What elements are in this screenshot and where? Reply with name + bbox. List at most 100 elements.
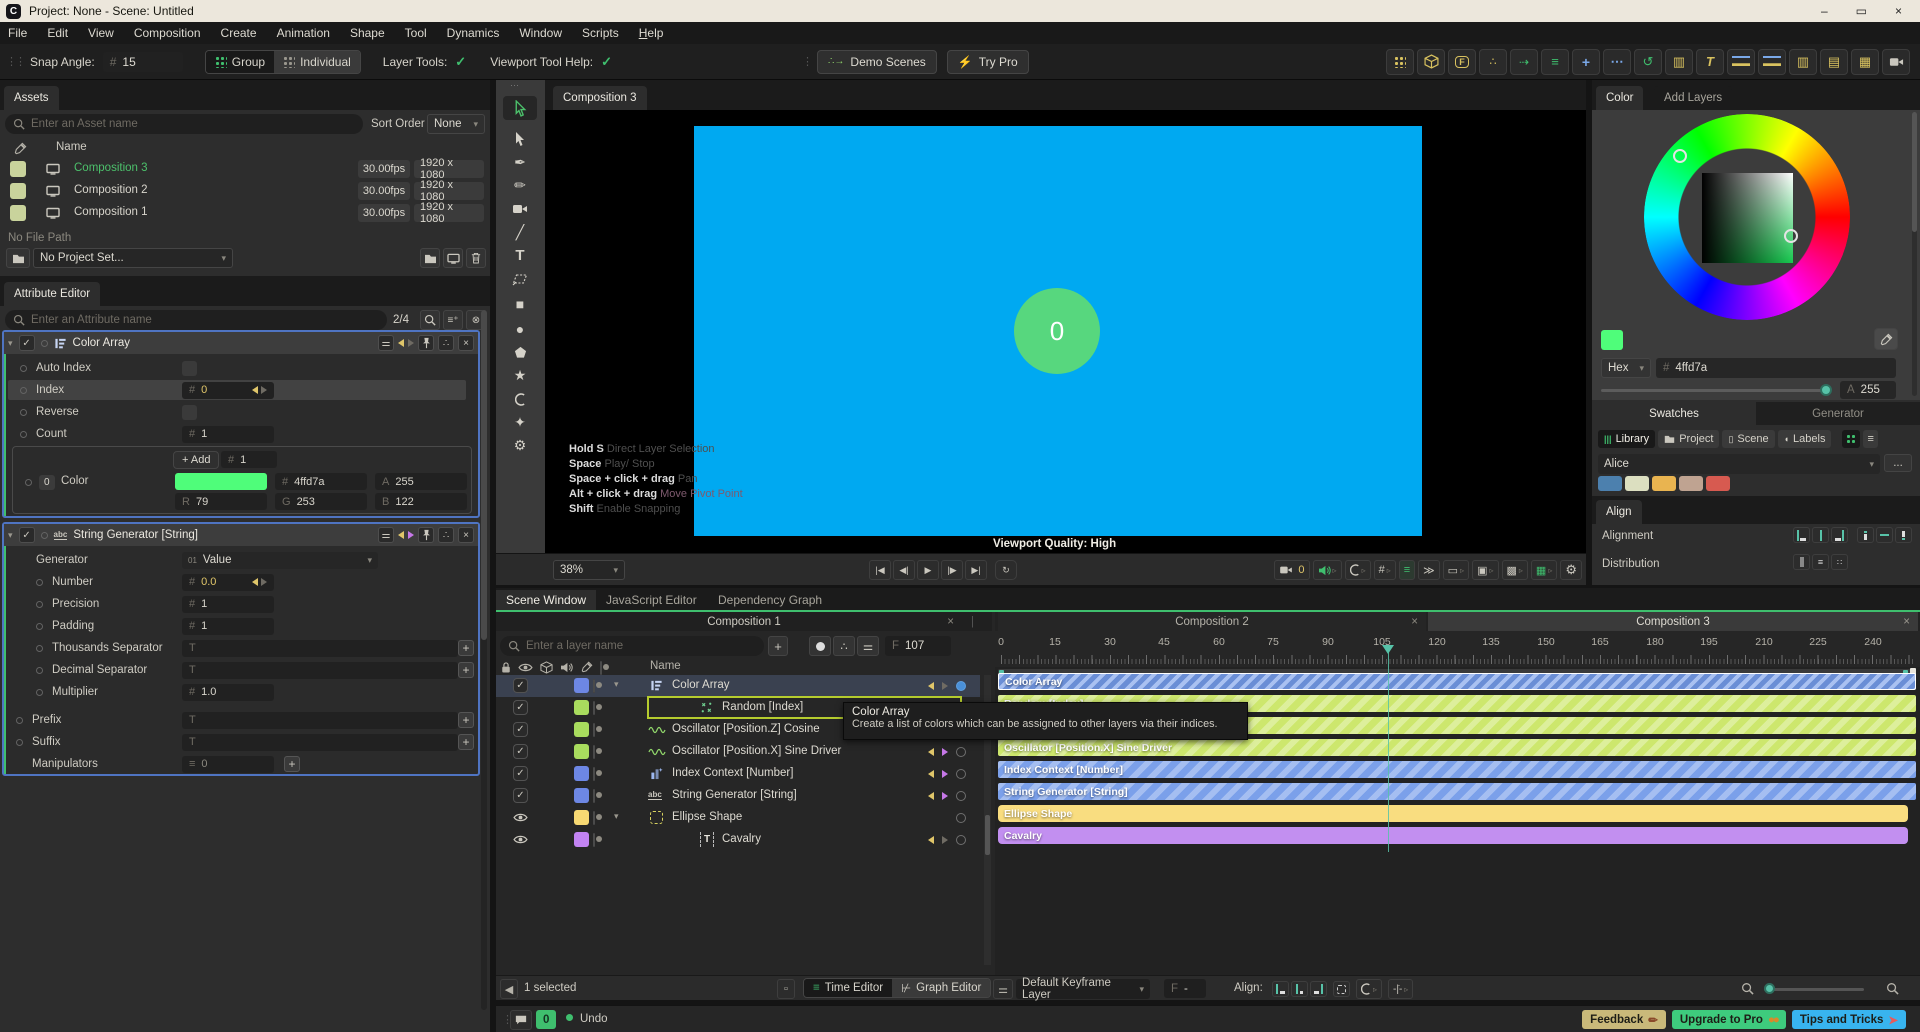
sliders-icon[interactable]: ⚌ bbox=[378, 335, 394, 351]
align-bars-icon[interactable]: ≡ bbox=[1541, 48, 1569, 75]
message-log-button[interactable] bbox=[510, 1010, 532, 1030]
ellipse-tool[interactable]: ● bbox=[503, 317, 537, 341]
asset-row[interactable]: Composition 1 30.00fps 1920 x 1080 bbox=[0, 201, 490, 225]
color-mode-dropdown[interactable]: Hex bbox=[1601, 358, 1651, 378]
layers-overlay-button[interactable]: ▣ ▹ bbox=[1472, 560, 1499, 580]
asset-row[interactable]: Composition 2 30.00fps 1920 x 1080 bbox=[0, 179, 490, 203]
menu-file[interactable]: File bbox=[0, 26, 37, 40]
pen-tool[interactable]: ✒ bbox=[503, 150, 537, 174]
asset-swatch[interactable] bbox=[10, 161, 26, 177]
select-radio[interactable] bbox=[956, 835, 966, 845]
suffix-field[interactable]: T bbox=[182, 733, 458, 751]
layer-pill-icon[interactable] bbox=[593, 679, 595, 693]
palette-swatch[interactable] bbox=[1598, 476, 1622, 491]
delete-asset-button[interactable] bbox=[466, 248, 486, 268]
layer-color-swatch[interactable] bbox=[574, 788, 589, 803]
menu-shape[interactable]: Shape bbox=[340, 26, 395, 40]
layer-row-string-generator[interactable]: ✓ abc String Generator [String] bbox=[496, 785, 980, 807]
asset-name[interactable]: Composition 3 bbox=[74, 162, 148, 174]
keyframe-layer-dropdown[interactable]: Default Keyframe Layer bbox=[1016, 977, 1150, 1001]
asset-swatch[interactable] bbox=[10, 183, 26, 199]
visible-eye-icon[interactable] bbox=[513, 812, 528, 823]
rectangle-tool[interactable]: ■ bbox=[503, 292, 537, 316]
close-tab-icon[interactable]: × bbox=[1903, 616, 1910, 628]
comp1-tab[interactable]: Composition 1 × | bbox=[496, 612, 992, 631]
align-top-button[interactable] bbox=[1857, 527, 1874, 543]
bounds-button[interactable]: ▭ ▹ bbox=[1442, 560, 1470, 580]
loop-button[interactable]: ↻ bbox=[995, 560, 1017, 580]
menu-view[interactable]: View bbox=[78, 26, 124, 40]
rows-icon[interactable]: ▤ bbox=[1820, 48, 1848, 75]
grid-icon[interactable]: ▦ bbox=[1851, 48, 1879, 75]
menu-tool[interactable]: Tool bbox=[395, 26, 437, 40]
add-connection-icon[interactable]: + bbox=[458, 712, 474, 728]
text-path-icon[interactable]: T bbox=[1696, 48, 1724, 75]
layer-pill-icon[interactable] bbox=[593, 811, 595, 825]
align-middle-v-button[interactable] bbox=[1876, 527, 1893, 543]
prev-keyframe-icon[interactable] bbox=[398, 531, 404, 539]
new-composition-button[interactable] bbox=[443, 248, 463, 268]
solo-radio-icon[interactable] bbox=[40, 531, 48, 539]
layer-tools-check-icon[interactable]: ✓ bbox=[455, 54, 466, 70]
hex-field[interactable]: #4ffd7a bbox=[275, 473, 367, 490]
enabled-check-icon[interactable]: ✓ bbox=[513, 766, 528, 781]
list-view-button[interactable]: ≡ bbox=[1863, 430, 1878, 448]
timeline-bar-oscillator-x[interactable]: Oscillator [Position.X] Sine Driver bbox=[998, 739, 1916, 756]
stagger-a-icon[interactable]: ▬▬ bbox=[1727, 48, 1755, 75]
color-swatch[interactable] bbox=[175, 473, 267, 490]
grid-view-button[interactable] bbox=[1842, 430, 1861, 448]
timeline-ruler[interactable]: 0 15 30 45 60 75 90 105 120 135 150 165 … bbox=[995, 631, 1920, 667]
asset-name[interactable]: Composition 1 bbox=[74, 206, 148, 218]
graph-editor-button[interactable]: ⊬ Graph Editor bbox=[892, 979, 991, 997]
padding-field[interactable]: #1 bbox=[182, 617, 274, 635]
add-layer-button[interactable]: + bbox=[768, 636, 788, 656]
expand-sections-button[interactable]: ≡⁺ bbox=[443, 310, 463, 330]
palette-more-button[interactable]: ... bbox=[1884, 454, 1912, 472]
current-color-swatch[interactable] bbox=[1601, 330, 1623, 350]
group-button[interactable]: Group bbox=[205, 50, 275, 73]
distribute-v-button[interactable]: ≡ bbox=[1812, 554, 1829, 570]
align-center-h-button[interactable] bbox=[1812, 527, 1829, 543]
add-connection-icon[interactable]: + bbox=[458, 662, 474, 678]
close-section-icon[interactable]: × bbox=[458, 335, 474, 351]
demo-scenes-button[interactable]: ∴→ Demo Scenes bbox=[817, 49, 937, 74]
menu-scripts[interactable]: Scripts bbox=[572, 26, 629, 40]
layer-color-swatch[interactable] bbox=[574, 766, 589, 781]
go-to-start-button[interactable]: |◀ bbox=[869, 560, 891, 580]
play-button[interactable]: ▶ bbox=[917, 560, 939, 580]
viewport-canvas[interactable]: 0 Hold S Direct Layer Selection Space Pl… bbox=[545, 110, 1586, 553]
tips-and-tricks-button[interactable]: Tips and Tricks ➤ bbox=[1791, 1010, 1906, 1029]
keyframe-frame-field[interactable]: F- bbox=[1164, 979, 1206, 998]
grid-button[interactable]: # ▹ bbox=[1373, 560, 1396, 580]
layer-row-oscillator-x[interactable]: ✓ Oscillator [Position.X] Sine Driver bbox=[496, 741, 980, 763]
tab-assets[interactable]: Assets bbox=[4, 86, 59, 110]
current-frame-field[interactable]: F 107 bbox=[885, 636, 951, 656]
layer-search[interactable] bbox=[500, 636, 764, 656]
stepper-down-icon[interactable] bbox=[252, 386, 258, 394]
feedback-button[interactable]: Feedback ✏ bbox=[1582, 1010, 1666, 1029]
collapse-chevron-icon[interactable]: ▾ bbox=[8, 338, 13, 349]
cube-icon[interactable] bbox=[1417, 48, 1445, 75]
timeline-bar-string-generator[interactable]: String Generator [String] bbox=[998, 783, 1916, 800]
tab-generator[interactable]: Generator bbox=[1756, 402, 1920, 425]
row-dots-icon[interactable]: ⋯ bbox=[1603, 48, 1631, 75]
project-folder-button[interactable] bbox=[6, 248, 30, 268]
select-radio[interactable] bbox=[956, 681, 966, 691]
tab-attribute-editor[interactable]: Attribute Editor bbox=[4, 282, 101, 306]
close-button[interactable]: × bbox=[1895, 4, 1902, 18]
auto-index-checkbox[interactable] bbox=[182, 360, 197, 376]
solo-radio-icon[interactable] bbox=[40, 339, 48, 347]
palette-dropdown[interactable]: Alice bbox=[1598, 454, 1880, 474]
asset-search[interactable] bbox=[5, 114, 363, 134]
sv-selector[interactable] bbox=[1784, 229, 1798, 243]
find-attribute-button[interactable] bbox=[420, 310, 440, 330]
stagger-b-icon[interactable]: ▬▬ bbox=[1758, 48, 1786, 75]
pin-icon[interactable] bbox=[418, 527, 434, 543]
pencil-tool[interactable]: ✏ bbox=[503, 173, 537, 197]
viewport-tab-composition3[interactable]: Composition 3 bbox=[553, 86, 647, 110]
maximize-button[interactable]: ▭ bbox=[1856, 4, 1867, 18]
palette-swatch[interactable] bbox=[1652, 476, 1676, 491]
menu-animation[interactable]: Animation bbox=[267, 26, 340, 40]
frame-range-button[interactable] bbox=[1333, 981, 1350, 997]
green-field[interactable]: G 253 bbox=[275, 493, 367, 510]
